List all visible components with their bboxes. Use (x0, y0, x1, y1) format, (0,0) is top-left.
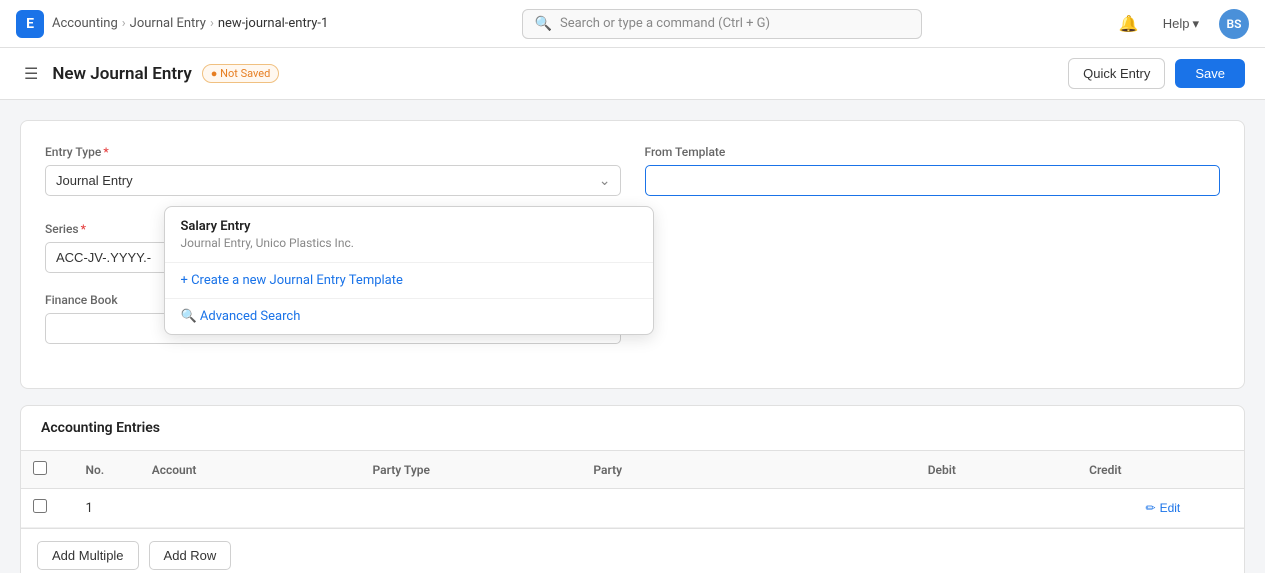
help-label: Help (1163, 16, 1190, 31)
col-header-edit (1134, 451, 1244, 489)
hamburger-button[interactable]: ☰ (20, 60, 42, 88)
col-header-party: Party (581, 451, 802, 489)
help-button[interactable]: Help ▾ (1155, 12, 1207, 36)
form-row-1: Entry Type* Journal Entry Bank Entry Cas… (45, 145, 1220, 202)
add-row-button[interactable]: Add Row (149, 541, 232, 570)
breadcrumb-sep-2: › (210, 16, 214, 31)
row-no: 1 (73, 489, 139, 528)
accounting-table: No. Account Party Type Party Debit Credi… (21, 451, 1244, 528)
page-header-right: Quick Entry Save (1068, 58, 1245, 89)
col-header-party-type: Party Type (361, 451, 582, 489)
table-footer: Add Multiple Add Row (21, 528, 1244, 573)
notifications-button[interactable]: 🔔 (1115, 10, 1143, 38)
page-header: ☰ New Journal Entry ● Not Saved Quick En… (0, 48, 1265, 100)
edit-button[interactable]: ✏ Edit (1146, 501, 1181, 515)
from-template-label: From Template (645, 145, 1221, 159)
accounting-entries-header: Accounting Entries (21, 406, 1244, 451)
entry-type-group: Entry Type* Journal Entry Bank Entry Cas… (45, 145, 621, 202)
breadcrumb: Accounting › Journal Entry › new-journal… (52, 16, 328, 31)
navbar: E Accounting › Journal Entry › new-journ… (0, 0, 1265, 48)
status-badge: ● Not Saved (202, 64, 280, 83)
entry-type-required: * (103, 145, 108, 159)
entry-type-label: Entry Type* (45, 145, 621, 159)
row-account[interactable] (140, 489, 361, 528)
template-dropdown: Salary Entry Journal Entry, Unico Plasti… (164, 206, 654, 335)
page-title: New Journal Entry (52, 64, 191, 84)
app-icon[interactable]: E (16, 10, 44, 38)
table-row: 1 ✏ Edit (21, 489, 1244, 528)
add-multiple-button[interactable]: Add Multiple (37, 541, 139, 570)
advanced-search-action[interactable]: 🔍 Advanced Search (165, 298, 653, 334)
create-template-action[interactable]: + Create a new Journal Entry Template (165, 263, 653, 298)
col-header-credit: Credit (968, 451, 1134, 489)
entry-type-select-wrapper: Journal Entry Bank Entry Cash Entry Cred… (45, 165, 621, 196)
navbar-left: E Accounting › Journal Entry › new-journ… (16, 10, 328, 38)
row-debit[interactable] (802, 489, 968, 528)
accounting-entries-card: Accounting Entries No. Account Party Typ… (20, 405, 1245, 573)
series-required: * (81, 222, 86, 236)
quick-entry-button[interactable]: Quick Entry (1068, 58, 1165, 89)
save-button[interactable]: Save (1175, 59, 1245, 88)
row-edit: ✏ Edit (1134, 489, 1244, 528)
row-credit[interactable] (968, 489, 1134, 528)
col-header-account: Account (140, 451, 361, 489)
help-chevron-icon: ▾ (1192, 16, 1199, 32)
main-content: Entry Type* Journal Entry Bank Entry Cas… (0, 100, 1265, 573)
navbar-center: 🔍 Search or type a command (Ctrl + G) (522, 9, 922, 39)
search-box[interactable]: 🔍 Search or type a command (Ctrl + G) (522, 9, 922, 39)
search-icon: 🔍 (535, 16, 552, 32)
dropdown-item-salary[interactable]: Salary Entry Journal Entry, Unico Plasti… (165, 207, 653, 263)
table-header-row: No. Account Party Type Party Debit Credi… (21, 451, 1244, 489)
col-header-no: No. (73, 451, 139, 489)
search-placeholder: Search or type a command (Ctrl + G) (560, 16, 770, 31)
navbar-right: 🔔 Help ▾ BS (1115, 9, 1249, 39)
breadcrumb-sep-1: › (122, 16, 126, 31)
breadcrumb-accounting[interactable]: Accounting (52, 16, 118, 31)
page-header-left: ☰ New Journal Entry ● Not Saved (20, 60, 279, 88)
avatar[interactable]: BS (1219, 9, 1249, 39)
pencil-icon: ✏ (1146, 501, 1156, 515)
dropdown-item-subtitle: Journal Entry, Unico Plastics Inc. (181, 236, 637, 250)
row-check (21, 489, 73, 528)
dropdown-item-title: Salary Entry (181, 219, 637, 234)
col-header-check (21, 451, 73, 489)
form-card: Entry Type* Journal Entry Bank Entry Cas… (20, 120, 1245, 389)
col-header-debit: Debit (802, 451, 968, 489)
from-template-input[interactable] (645, 165, 1221, 196)
row-checkbox[interactable] (33, 499, 47, 513)
spacer-group-2 (645, 293, 1221, 344)
row-party[interactable] (581, 489, 802, 528)
breadcrumb-current: new-journal-entry-1 (218, 16, 328, 31)
breadcrumb-journal-entry[interactable]: Journal Entry (130, 16, 206, 31)
from-template-group: From Template Salary Entry Journal Entry… (645, 145, 1221, 202)
select-all-checkbox[interactable] (33, 461, 47, 475)
row-party-type[interactable] (361, 489, 582, 528)
spacer-group (645, 222, 1221, 273)
entry-type-select[interactable]: Journal Entry Bank Entry Cash Entry Cred… (45, 165, 621, 196)
edit-label: Edit (1160, 501, 1181, 515)
